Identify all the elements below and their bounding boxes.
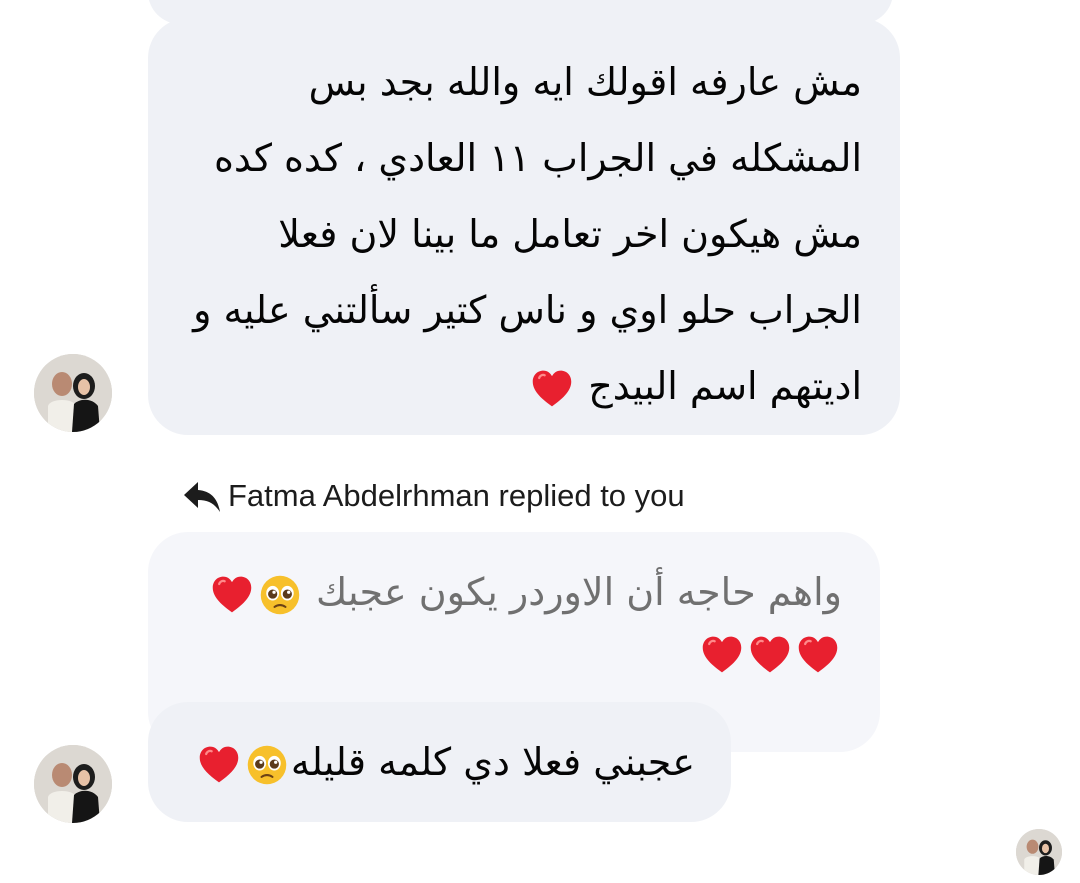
red-heart-emoji (702, 636, 742, 672)
chat-screen: مش عارفه اقولك ايه والله بجد بس المشكله … (0, 0, 1080, 883)
avatar-photo-icon (34, 354, 112, 432)
red-heart-emoji (199, 746, 239, 782)
avatar-photo-icon (1016, 829, 1062, 875)
avatar-photo-icon (34, 745, 112, 823)
seen-avatar (1016, 829, 1062, 875)
reply-arrow-icon (184, 482, 220, 512)
quoted-line-1: واهم حاجه أن الاوردر يكون عجبك (178, 562, 842, 622)
reply-header-text: Fatma Abdelrhman replied to you (228, 478, 685, 513)
red-heart-emoji (750, 636, 790, 672)
message-line-5: اديتهم اسم البيدج (178, 348, 862, 424)
message-line-5-text: اديتهم اسم البيدج (588, 364, 862, 408)
message-line-4: الجراب حلو اوي و ناس كتير سألتني عليه و (193, 288, 862, 332)
reply-message-bubble[interactable]: عجبني فعلا دي كلمه قليله (148, 702, 731, 822)
pleading-face-emoji (247, 745, 287, 784)
message-line-3: مش هيكون اخر تعامل ما بينا لان فعلا (278, 212, 862, 256)
pleading-face-emoji (260, 575, 300, 614)
avatar[interactable] (34, 745, 112, 823)
message-line-1: مش عارفه اقولك ايه والله بجد بس (308, 60, 862, 104)
message-bubble-long[interactable]: مش عارفه اقولك ايه والله بجد بس المشكله … (148, 18, 900, 435)
reply-line: عجبني فعلا دي كلمه قليله (178, 732, 695, 792)
quoted-line-2 (178, 622, 842, 682)
message-line-2: المشكله في الجراب ١١ العادي ، كده كده (214, 136, 862, 180)
red-heart-emoji (532, 370, 572, 406)
quoted-line-1-text: واهم حاجه أن الاوردر يكون عجبك (315, 570, 842, 614)
red-heart-emoji (798, 636, 838, 672)
avatar[interactable] (34, 354, 112, 432)
reply-line-text: عجبني فعلا دي كلمه قليله (290, 740, 695, 784)
reply-header: Fatma Abdelrhman replied to you (182, 474, 685, 518)
red-heart-emoji (212, 576, 252, 612)
